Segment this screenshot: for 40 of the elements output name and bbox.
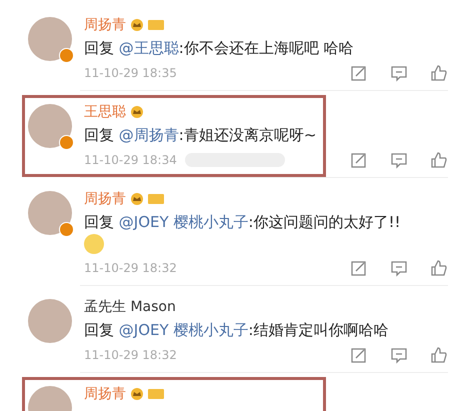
comment-icon[interactable] [390,346,408,364]
share-icon[interactable] [350,151,368,169]
tag-icon [148,389,164,399]
user-name[interactable]: 王思聪 [84,103,126,121]
comment-time: 11-10-29 18:34 [84,153,177,167]
like-icon[interactable] [430,151,448,169]
comment-icon[interactable] [390,259,408,277]
comment-text: 回复 @JOEY 樱桃小丸子:结婚肯定叫你啊哈哈 [84,320,388,341]
comment-icon[interactable] [390,64,408,82]
avatar[interactable] [28,104,72,148]
share-icon[interactable] [350,64,368,82]
mention-link[interactable]: @JOEY 樱桃小丸子 [118,321,248,339]
crown-icon [130,388,144,400]
comment-text: 回复 @JOEY 樱桃小丸子:你这问题问的太好了!! [84,212,401,233]
tag-icon [148,194,164,204]
mention-link[interactable]: @周扬青 [118,126,179,144]
user-name[interactable]: 周扬青 [84,190,126,208]
comment-time: 11-10-29 18:35 [84,66,177,80]
mention-link[interactable]: @王思聪 [118,39,179,57]
avatar[interactable] [28,191,72,235]
tag-icon [148,20,164,30]
like-icon[interactable] [430,346,448,364]
comment-text: 回复 @周扬青:青姐还没离京呢呀~ [84,125,317,146]
like-icon[interactable] [430,64,448,82]
mention-link[interactable]: @JOEY 樱桃小丸子 [118,213,248,231]
like-icon[interactable] [430,259,448,277]
comment-text: 回复 @王思聪:你不会还在上海呢吧 哈哈 [84,38,354,59]
crown-icon [130,19,144,31]
comment-time: 11-10-29 18:32 [84,348,177,362]
crown-icon [130,193,144,205]
user-name[interactable]: 孟先生 Mason [84,298,176,316]
user-name[interactable]: 周扬青 [84,16,126,34]
comment-time: 11-10-29 18:32 [84,261,177,275]
avatar[interactable] [28,299,72,343]
crown-icon [130,106,144,118]
avatar[interactable] [28,17,72,61]
comment-icon[interactable] [390,151,408,169]
share-icon[interactable] [350,259,368,277]
share-icon[interactable] [350,346,368,364]
user-name[interactable]: 周扬青 [84,385,126,403]
